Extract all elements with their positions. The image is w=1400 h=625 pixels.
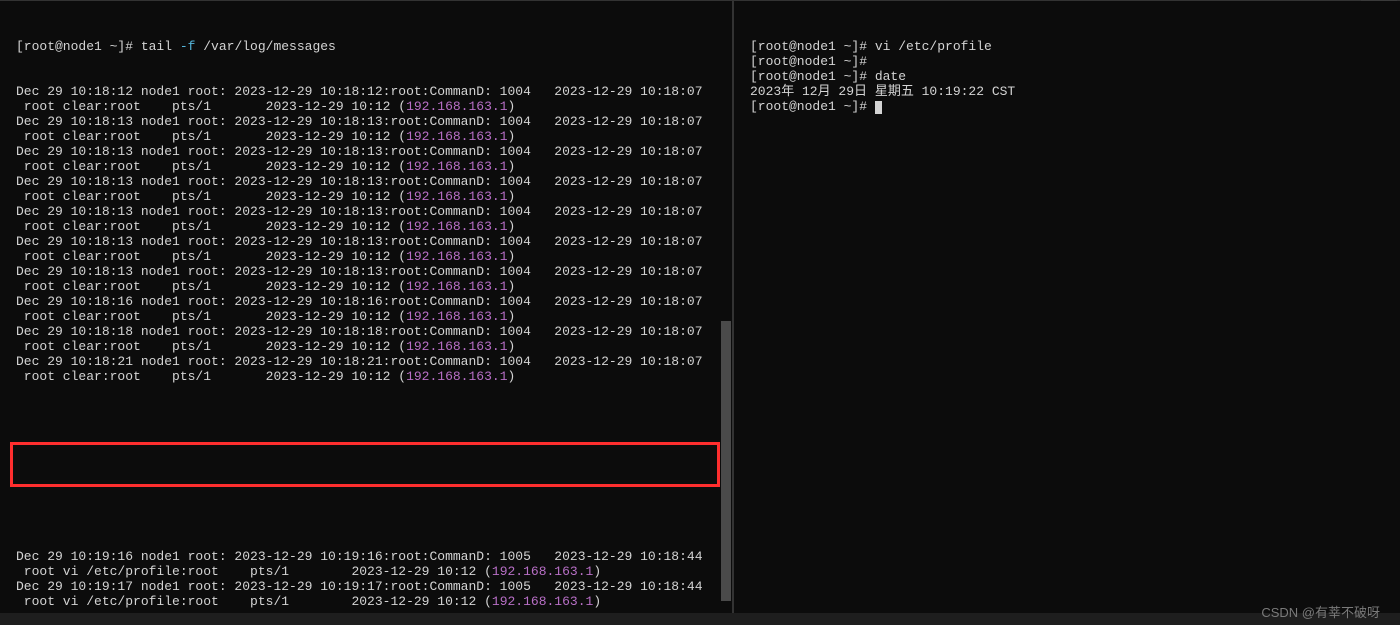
log-line: Dec 29 10:18:13 node1 root: 2023-12-29 1… (16, 144, 726, 159)
log-line: Dec 29 10:19:16 node1 root: 2023-12-29 1… (16, 549, 726, 564)
tail-path: /var/log/messages (195, 39, 335, 54)
terminal-cursor (875, 101, 882, 114)
log-blank (16, 459, 726, 474)
terminal-line: [root@node1 ~]# vi /etc/profile (750, 39, 1394, 54)
log-line: Dec 29 10:19:17 node1 root: 2023-12-29 1… (16, 579, 726, 594)
terminal-line: [root@node1 ~]# (750, 99, 1394, 114)
log-line: Dec 29 10:18:18 node1 root: 2023-12-29 1… (16, 324, 726, 339)
right-output: [root@node1 ~]# vi /etc/profile[root@nod… (750, 39, 1394, 114)
terminal-pane-left[interactable]: [root@node1 ~]# tail -f /var/log/message… (0, 1, 733, 613)
log-output-block: Dec 29 10:18:12 node1 root: 2023-12-29 1… (16, 84, 726, 384)
tail-command-line: [root@node1 ~]# tail -f /var/log/message… (16, 39, 726, 54)
log-line: root clear:root pts/1 2023-12-29 10:12 (… (16, 99, 726, 114)
log-line: Dec 29 10:18:12 node1 root: 2023-12-29 1… (16, 84, 726, 99)
log-line: root clear:root pts/1 2023-12-29 10:12 (… (16, 339, 726, 354)
terminal-line: [root@node1 ~]# (750, 54, 1394, 69)
log-line: Dec 29 10:18:16 node1 root: 2023-12-29 1… (16, 294, 726, 309)
log-line: root clear:root pts/1 2023-12-29 10:12 (… (16, 249, 726, 264)
log-line: Dec 29 10:18:21 node1 root: 2023-12-29 1… (16, 354, 726, 369)
log-vi-block: Dec 29 10:19:16 node1 root: 2023-12-29 1… (16, 549, 726, 609)
shell-prompt: [root@node1 ~]# tail (16, 39, 180, 54)
log-line: root clear:root pts/1 2023-12-29 10:12 (… (16, 279, 726, 294)
terminal-line: 2023年 12月 29日 星期五 10:19:22 CST (750, 84, 1394, 99)
terminal-line: [root@node1 ~]# date (750, 69, 1394, 84)
log-line: Dec 29 10:18:13 node1 root: 2023-12-29 1… (16, 114, 726, 129)
watermark-text: CSDN @有莘不破呀 (1261, 602, 1380, 621)
log-line: root clear:root pts/1 2023-12-29 10:12 (… (16, 159, 726, 174)
log-line: root clear:root pts/1 2023-12-29 10:12 (… (16, 309, 726, 324)
split-pane-container: [root@node1 ~]# tail -f /var/log/message… (0, 0, 1400, 613)
log-blank (16, 414, 726, 429)
log-line: Dec 29 10:18:13 node1 root: 2023-12-29 1… (16, 204, 726, 219)
tail-option: -f (180, 39, 196, 54)
log-line: Dec 29 10:18:13 node1 root: 2023-12-29 1… (16, 264, 726, 279)
log-line: root clear:root pts/1 2023-12-29 10:12 (… (16, 369, 726, 384)
log-line: Dec 29 10:18:13 node1 root: 2023-12-29 1… (16, 234, 726, 249)
scrollbar-vertical[interactable] (720, 1, 732, 613)
log-line: root vi /etc/profile:root pts/1 2023-12-… (16, 594, 726, 609)
log-line: root clear:root pts/1 2023-12-29 10:12 (… (16, 129, 726, 144)
terminal-pane-right[interactable]: [root@node1 ~]# vi /etc/profile[root@nod… (733, 1, 1400, 613)
log-line: root clear:root pts/1 2023-12-29 10:12 (… (16, 219, 726, 234)
scrollbar-thumb[interactable] (721, 321, 731, 601)
log-line: root clear:root pts/1 2023-12-29 10:12 (… (16, 189, 726, 204)
log-blank (16, 504, 726, 519)
log-line: root vi /etc/profile:root pts/1 2023-12-… (16, 564, 726, 579)
log-line: Dec 29 10:18:13 node1 root: 2023-12-29 1… (16, 174, 726, 189)
